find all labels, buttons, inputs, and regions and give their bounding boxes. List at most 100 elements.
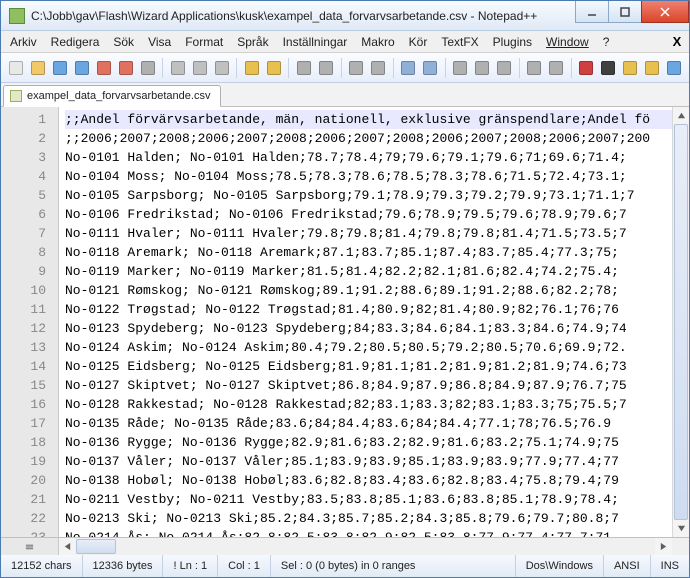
menu-window[interactable]: Window <box>539 33 596 51</box>
text-editor[interactable]: ;;Andel förvärvsarbetande, män, nationel… <box>59 107 672 537</box>
menu-visa[interactable]: Visa <box>141 33 178 51</box>
tb-close-icon[interactable] <box>93 57 114 79</box>
line-number-gutter: 1234567891011121314151617181920212223 <box>1 107 59 537</box>
maximize-button[interactable] <box>608 1 642 23</box>
tb-play-multi-icon[interactable] <box>642 57 663 79</box>
tb-copy-icon[interactable] <box>189 57 210 79</box>
tb-save-macro-icon[interactable] <box>664 57 685 79</box>
tb-redo-icon[interactable] <box>263 57 284 79</box>
menu-format[interactable]: Format <box>178 33 230 51</box>
tb-sync-h-icon[interactable] <box>420 57 441 79</box>
editor-line[interactable]: No-0128 Rakkestad; No-0128 Rakkestad;82;… <box>65 395 672 414</box>
menu-help[interactable]: ? <box>596 33 617 51</box>
editor-line[interactable]: No-0118 Aremark; No-0118 Aremark;87.1;83… <box>65 243 672 262</box>
editor-line[interactable]: ;;Andel förvärvsarbetande, män, nationel… <box>65 110 672 129</box>
statusbar: 12152 chars 12336 bytes ! Ln : 1 Col : 1… <box>1 555 689 577</box>
editor-line[interactable]: No-0136 Rygge; No-0136 Rygge;82.9;81.6;8… <box>65 433 672 452</box>
editor-line[interactable]: No-0111 Hvaler; No-0111 Hvaler;79.8;79.8… <box>65 224 672 243</box>
tb-replace-icon[interactable] <box>315 57 336 79</box>
menubar: Arkiv Redigera Sök Visa Format Språk Ins… <box>1 31 689 53</box>
status-bytes: 12336 bytes <box>83 555 164 577</box>
editor-line[interactable]: No-0124 Askim; No-0124 Askim;80.4;79.2;8… <box>65 338 672 357</box>
tb-find-icon[interactable] <box>293 57 314 79</box>
file-tab-icon <box>10 90 22 102</box>
editor-line[interactable]: No-0213 Ski; No-0213 Ski;85.2;84.3;85.7;… <box>65 509 672 528</box>
tb-play-icon[interactable] <box>620 57 641 79</box>
menu-sprak[interactable]: Språk <box>230 33 275 51</box>
tb-new-icon[interactable] <box>5 57 26 79</box>
gutter-stub <box>1 538 59 555</box>
app-icon <box>9 8 25 24</box>
scroll-left-arrow[interactable] <box>59 538 76 555</box>
menu-arkiv[interactable]: Arkiv <box>3 33 44 51</box>
tb-indent-icon[interactable] <box>494 57 515 79</box>
scroll-right-arrow[interactable] <box>655 538 672 555</box>
editor-line[interactable]: No-0121 Rømskog; No-0121 Rømskog;89.1;91… <box>65 281 672 300</box>
status-eol: Dos\Windows <box>516 555 604 577</box>
v-scroll-thumb[interactable] <box>674 124 688 520</box>
file-tab-label: exampel_data_forvarvsarbetande.csv <box>27 90 210 102</box>
tb-zoom-out-icon[interactable] <box>368 57 389 79</box>
tb-undo-icon[interactable] <box>241 57 262 79</box>
menubar-close-x[interactable]: X <box>667 34 687 49</box>
tb-stop-icon[interactable] <box>598 57 619 79</box>
editor-line[interactable]: No-0106 Fredrikstad; No-0106 Fredrikstad… <box>65 205 672 224</box>
tb-open-icon[interactable] <box>27 57 48 79</box>
horizontal-scrollbar[interactable] <box>59 538 672 555</box>
editor-line[interactable]: No-0119 Marker; No-0119 Marker;81.5;81.4… <box>65 262 672 281</box>
menu-textfx[interactable]: TextFX <box>434 33 485 51</box>
close-button[interactable] <box>641 1 689 23</box>
window-title: C:\Jobb\gav\Flash\Wizard Applications\ku… <box>31 9 576 23</box>
scroll-down-arrow[interactable] <box>673 520 689 537</box>
editor-line[interactable]: No-0137 Våler; No-0137 Våler;85.1;83.9;8… <box>65 452 672 471</box>
editor-line[interactable]: No-0105 Sarpsborg; No-0105 Sarpsborg;79.… <box>65 186 672 205</box>
editor-line[interactable]: No-0138 Hobøl; No-0138 Hobøl;83.6;82.8;8… <box>65 471 672 490</box>
tb-sync-v-icon[interactable] <box>398 57 419 79</box>
editor-line[interactable]: No-0123 Spydeberg; No-0123 Spydeberg;84;… <box>65 319 672 338</box>
h-scroll-thumb[interactable] <box>76 539 116 554</box>
app-window: C:\Jobb\gav\Flash\Wizard Applications\ku… <box>0 0 690 578</box>
menu-plugins[interactable]: Plugins <box>486 33 539 51</box>
menu-sok[interactable]: Sök <box>106 33 141 51</box>
tb-fold-icon[interactable] <box>546 57 567 79</box>
tb-wrap-icon[interactable] <box>450 57 471 79</box>
status-sel: Sel : 0 (0 bytes) in 0 ranges <box>271 555 516 577</box>
editor-line[interactable]: No-0104 Moss; No-0104 Moss;78.5;78.3;78.… <box>65 167 672 186</box>
status-encoding: ANSI <box>604 555 651 577</box>
menu-redigera[interactable]: Redigera <box>44 33 107 51</box>
horizontal-scrollbar-row <box>1 538 689 555</box>
editor-line[interactable]: No-0122 Trøgstad; No-0122 Trøgstad;81.4;… <box>65 300 672 319</box>
tb-lang-icon[interactable] <box>524 57 545 79</box>
tb-cut-icon[interactable] <box>167 57 188 79</box>
editor-area: 1234567891011121314151617181920212223 ;;… <box>1 107 689 538</box>
editor-line[interactable]: No-0135 Råde; No-0135 Råde;83.6;84;84.4;… <box>65 414 672 433</box>
tb-record-icon[interactable] <box>576 57 597 79</box>
status-chars: 12152 chars <box>1 555 83 577</box>
scroll-up-arrow[interactable] <box>673 107 689 124</box>
tb-zoom-in-icon[interactable] <box>345 57 366 79</box>
menu-makro[interactable]: Makro <box>354 33 401 51</box>
tabbar: exampel_data_forvarvsarbetande.csv <box>1 83 689 107</box>
tb-close-all-icon[interactable] <box>115 57 136 79</box>
tb-paste-icon[interactable] <box>211 57 232 79</box>
scroll-corner <box>672 538 689 555</box>
editor-line[interactable]: No-0214 Ås; No-0214 Ås;82.8;82.5;83.8;82… <box>65 528 672 537</box>
editor-line[interactable]: No-0101 Halden; No-0101 Halden;78.7;78.4… <box>65 148 672 167</box>
menu-kor[interactable]: Kör <box>402 33 435 51</box>
editor-line[interactable]: No-0125 Eidsberg; No-0125 Eidsberg;81.9;… <box>65 357 672 376</box>
status-ln: ! Ln : 1 <box>163 555 218 577</box>
status-mode: INS <box>651 555 689 577</box>
tb-save-icon[interactable] <box>49 57 70 79</box>
minimize-button[interactable] <box>575 1 609 23</box>
file-tab[interactable]: exampel_data_forvarvsarbetande.csv <box>3 85 221 107</box>
tb-all-chars-icon[interactable] <box>472 57 493 79</box>
toolbar <box>1 53 689 83</box>
menu-installningar[interactable]: Inställningar <box>276 33 355 51</box>
titlebar[interactable]: C:\Jobb\gav\Flash\Wizard Applications\ku… <box>1 1 689 31</box>
tb-save-all-icon[interactable] <box>71 57 92 79</box>
tb-print-icon[interactable] <box>137 57 158 79</box>
vertical-scrollbar[interactable] <box>672 107 689 537</box>
editor-line[interactable]: No-0211 Vestby; No-0211 Vestby;83.5;83.8… <box>65 490 672 509</box>
editor-line[interactable]: No-0127 Skiptvet; No-0127 Skiptvet;86.8;… <box>65 376 672 395</box>
editor-line[interactable]: ;;2006;2007;2008;2006;2007;2008;2006;200… <box>65 129 672 148</box>
